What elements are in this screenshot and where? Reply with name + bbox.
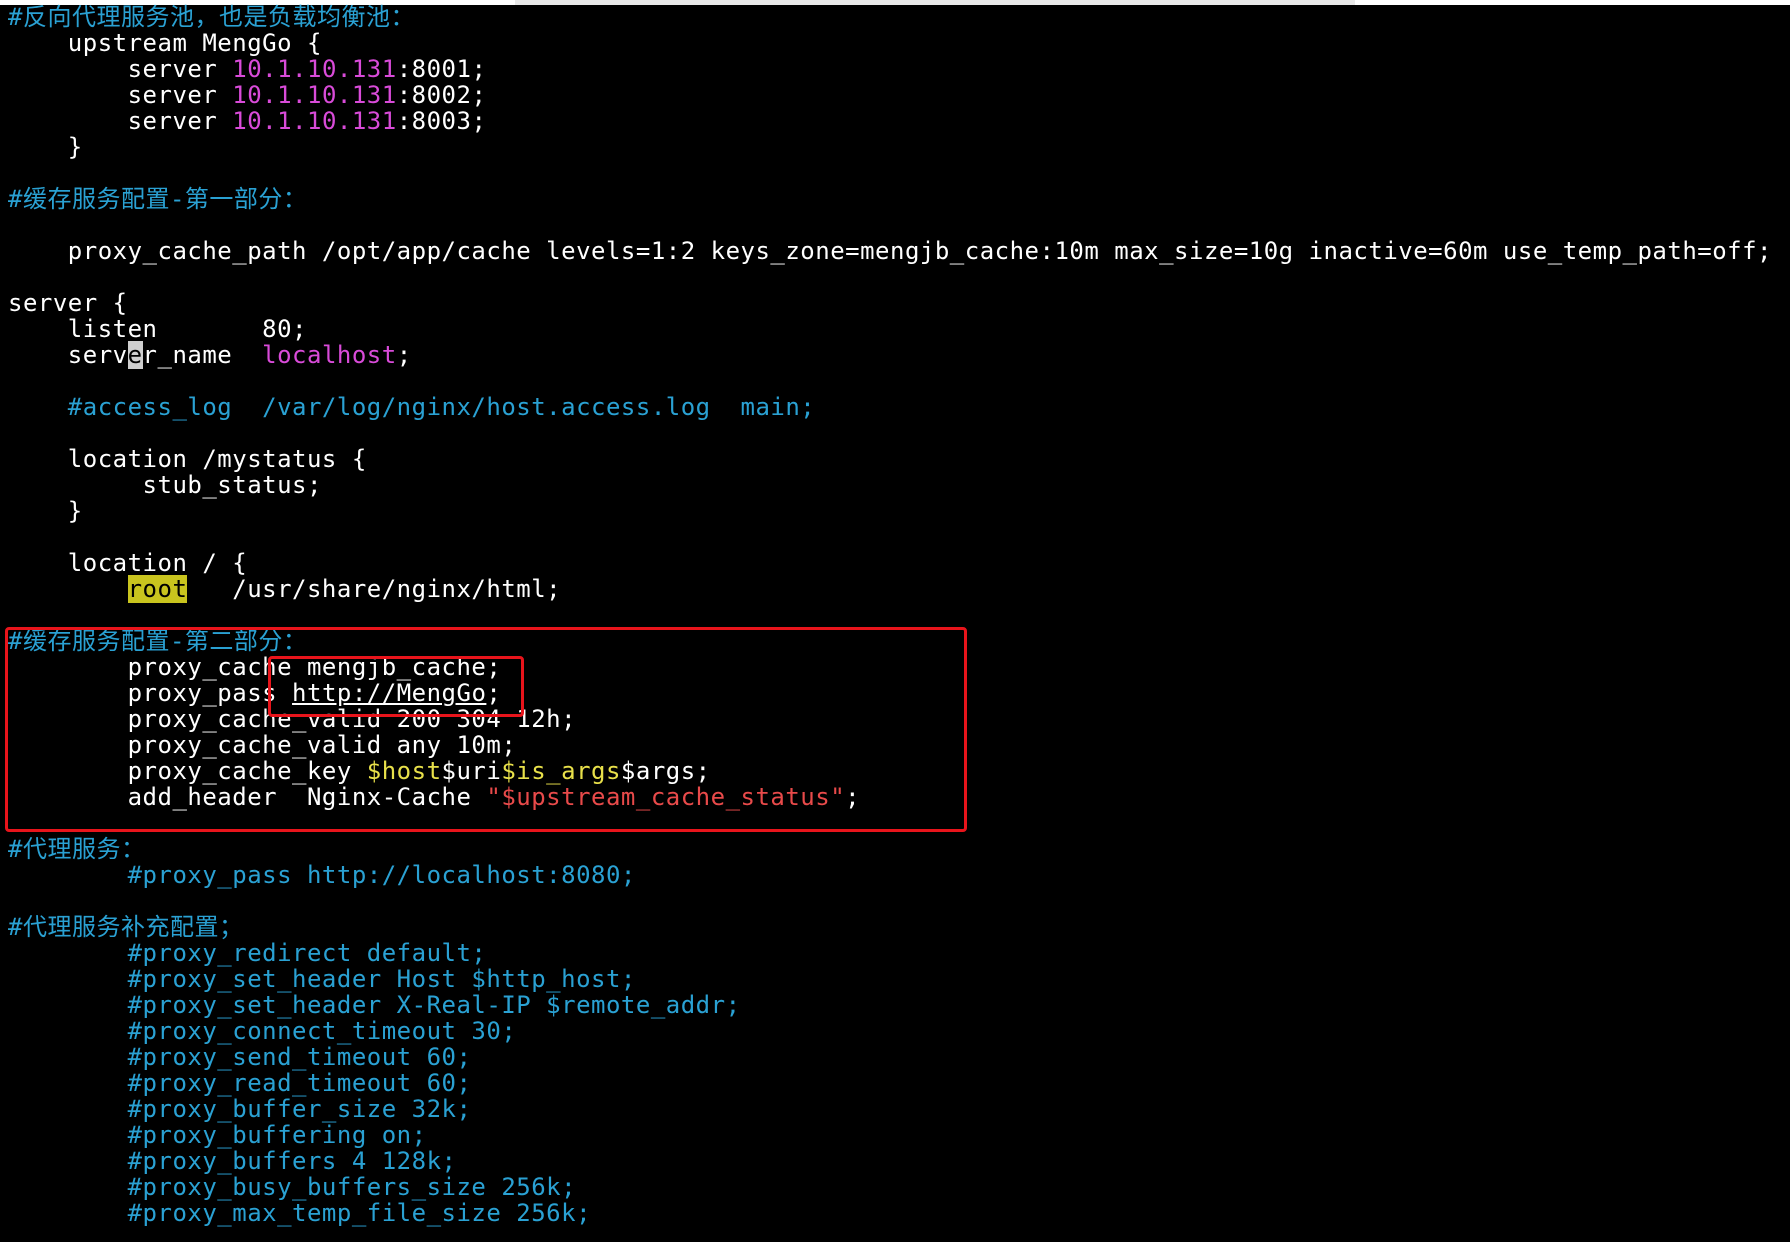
code-token: #proxy_set_header X-Real-IP $remote_addr… <box>8 991 741 1019</box>
code-token: #代理服务： <box>8 835 146 863</box>
code-line: #缓存服务配置-第一部分： <box>8 186 307 212</box>
code-token: #proxy_connect_timeout 30; <box>8 1017 517 1045</box>
code-token: stub_status; <box>8 471 322 499</box>
code-line: #proxy_max_temp_file_size 256k; <box>8 1200 591 1226</box>
code-token: /usr/share/nginx/html; <box>187 575 562 603</box>
code-token: 10.1.10.131 <box>232 107 397 135</box>
code-line: } <box>8 134 83 160</box>
code-token: #proxy_max_temp_file_size 256k; <box>8 1199 592 1227</box>
code-token: #proxy_read_timeout 60; <box>8 1069 472 1097</box>
code-token: server <box>8 55 233 83</box>
code-token: #proxy_buffer_size 32k; <box>8 1095 472 1123</box>
code-line: #proxy_set_header X-Real-IP $remote_addr… <box>8 992 741 1018</box>
code-line: #反向代理服务池，也是负载均衡池： <box>8 4 415 30</box>
code-line: server { <box>8 290 128 316</box>
code-line: #proxy_buffer_size 32k; <box>8 1096 471 1122</box>
code-line: upstream MengGo { <box>8 30 322 56</box>
code-token: #缓存服务配置-第一部分： <box>8 185 308 213</box>
code-token: ; <box>396 341 412 369</box>
code-token: root <box>127 575 188 603</box>
code-token: location / { <box>8 549 248 577</box>
code-line: location / { <box>8 550 247 576</box>
code-line: #access_log /var/log/nginx/host.access.l… <box>8 394 815 420</box>
code-token: upstream MengGo { <box>8 29 322 57</box>
code-token: server <box>8 107 233 135</box>
code-token: :8003; <box>396 107 487 135</box>
code-token: listen 80; <box>8 315 307 343</box>
code-token: 10.1.10.131 <box>232 81 397 109</box>
code-line: server_name localhost; <box>8 341 412 369</box>
code-token: #代理服务补充配置； <box>8 913 244 941</box>
code-line: stub_status; <box>8 472 322 498</box>
code-token: #proxy_buffers 4 128k; <box>8 1147 457 1175</box>
code-line: server 10.1.10.131:8003; <box>8 108 486 134</box>
highlight-box-proxy-target <box>268 656 524 717</box>
code-token: #proxy_send_timeout 60; <box>8 1043 472 1071</box>
code-token: :8001; <box>396 55 487 83</box>
code-line: #proxy_connect_timeout 30; <box>8 1018 516 1044</box>
code-line: #proxy_read_timeout 60; <box>8 1070 471 1096</box>
code-line: #代理服务： <box>8 836 145 862</box>
code-line: server 10.1.10.131:8001; <box>8 56 486 82</box>
code-line: proxy_cache_path /opt/app/cache levels=1… <box>8 238 1772 264</box>
code-token: #access_log /var/log/nginx/host.access.l… <box>8 393 816 421</box>
text-cursor: e <box>127 341 143 369</box>
code-token: #proxy_busy_buffers_size 256k; <box>8 1173 577 1201</box>
code-line: #proxy_redirect default; <box>8 940 486 966</box>
code-line: listen 80; <box>8 316 307 342</box>
code-token: localhost <box>262 341 397 369</box>
code-token: } <box>8 133 83 161</box>
code-token: server <box>8 81 233 109</box>
terminal-editor[interactable]: #反向代理服务池，也是负载均衡池： upstream MengGo { serv… <box>0 0 1790 1242</box>
code-token: #反向代理服务池，也是负载均衡池： <box>8 3 415 31</box>
code-token: server { <box>8 289 128 317</box>
code-token: #proxy_buffering on; <box>8 1121 427 1149</box>
code-line: #proxy_buffers 4 128k; <box>8 1148 456 1174</box>
code-line: #proxy_busy_buffers_size 256k; <box>8 1174 576 1200</box>
code-line: #proxy_buffering on; <box>8 1122 427 1148</box>
code-line: #proxy_pass http://localhost:8080; <box>8 862 636 888</box>
code-token: #proxy_set_header Host $http_host; <box>8 965 636 993</box>
code-line: #代理服务补充配置； <box>8 914 243 940</box>
code-token: #proxy_pass http://localhost:8080; <box>8 861 636 889</box>
code-token: serv <box>8 341 128 369</box>
code-token: 10.1.10.131 <box>232 55 397 83</box>
code-line: #proxy_set_header Host $http_host; <box>8 966 636 992</box>
code-line: location /mystatus { <box>8 446 367 472</box>
code-line: server 10.1.10.131:8002; <box>8 82 486 108</box>
code-line: #proxy_send_timeout 60; <box>8 1044 471 1070</box>
code-token: r_name <box>142 341 263 369</box>
code-line: } <box>8 498 83 524</box>
code-token: :8002; <box>396 81 487 109</box>
code-token: location /mystatus { <box>8 445 367 473</box>
code-token: proxy_cache_path /opt/app/cache levels=1… <box>8 237 1773 265</box>
code-token: } <box>8 497 83 525</box>
code-line: root /usr/share/nginx/html; <box>8 575 562 603</box>
code-token: #proxy_redirect default; <box>8 939 487 967</box>
